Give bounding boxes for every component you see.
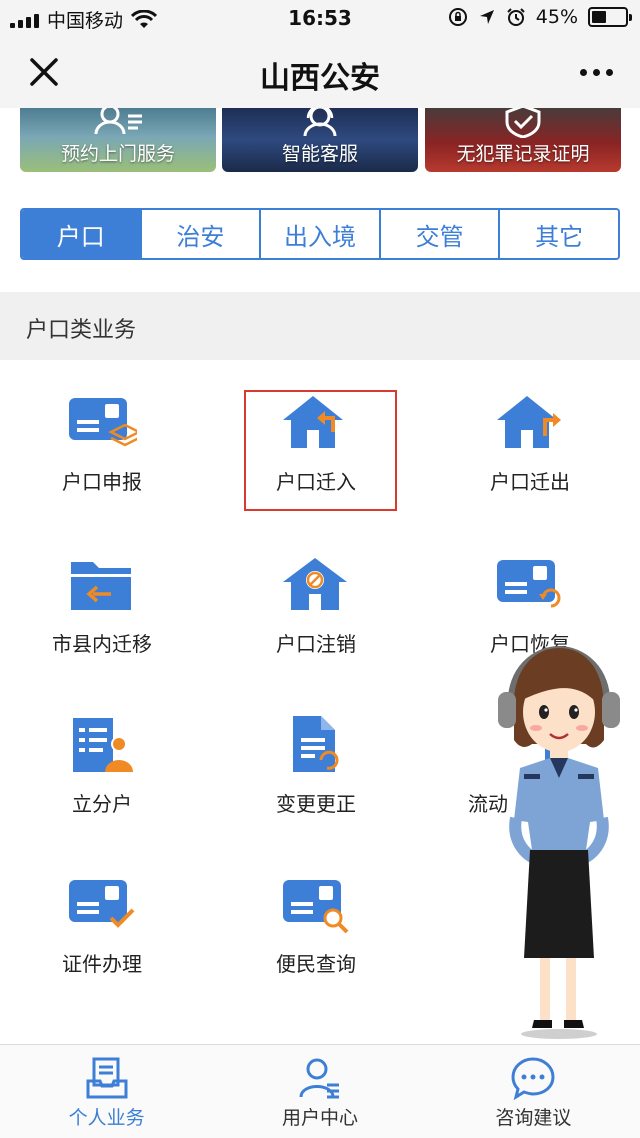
service-label: 户口申报 xyxy=(62,470,142,494)
folder-arrow-icon xyxy=(71,562,131,610)
close-icon xyxy=(30,58,58,86)
bottom-nav-user-center[interactable]: 用户中心 xyxy=(213,1045,426,1138)
bottom-nav-label: 用户中心 xyxy=(281,1107,358,1129)
service-item-public-query[interactable]: 便民查询 xyxy=(216,842,416,1002)
bottom-nav-label: 个人业务 xyxy=(68,1107,145,1129)
service-label: 证件办理 xyxy=(62,952,142,976)
status-bar: 中国移动 16:53 45% xyxy=(0,0,640,36)
user-center-icon xyxy=(299,1058,339,1099)
status-right: 45% xyxy=(448,6,632,28)
location-icon xyxy=(479,10,494,24)
house-cancel-icon xyxy=(283,558,347,610)
id-card-search-icon xyxy=(283,880,349,934)
service-label: 变更更正 xyxy=(276,792,356,816)
house-arrow-out-icon xyxy=(497,396,561,448)
bottom-nav-personal-business[interactable]: 个人业务 xyxy=(0,1045,213,1138)
people-icon xyxy=(94,108,142,135)
banner-label: 预约上门服务 xyxy=(60,143,175,165)
shield-check-icon xyxy=(505,108,541,138)
banner-row: 预约上门服务 智能客服 无犯罪记录证明 xyxy=(0,108,640,176)
tab-security[interactable]: 治安 xyxy=(139,210,260,258)
orientation-lock-icon xyxy=(448,8,467,26)
personal-business-icon xyxy=(86,1057,128,1099)
banner-home-service[interactable]: 预约上门服务 xyxy=(20,108,216,172)
id-card-stack-icon xyxy=(69,398,137,447)
section-title: 户口类业务 xyxy=(26,318,137,343)
close-button[interactable] xyxy=(22,50,66,94)
banner-smart-service[interactable]: 智能客服 xyxy=(222,108,418,172)
service-label: 市县内迁移 xyxy=(52,632,152,656)
battery-fill xyxy=(592,11,607,23)
service-item-hukou-cancel[interactable]: 户口注销 xyxy=(216,522,416,682)
service-label: 户口注销 xyxy=(276,632,356,656)
service-label: 户口迁出 xyxy=(490,470,570,494)
banner-label: 无犯罪记录证明 xyxy=(456,143,590,165)
service-label: 立分户 xyxy=(72,792,132,816)
tab-traffic[interactable]: 交管 xyxy=(378,210,499,258)
alarm-icon xyxy=(507,8,525,26)
nav-bar: 山西公安 xyxy=(0,36,640,108)
tab-exit-entry[interactable]: 出入境 xyxy=(259,210,379,258)
service-item-hukou-declare[interactable]: 户口申报 xyxy=(2,360,202,520)
app-screen: 中国移动 16:53 45% 山西公安 预约上门服务 智能客服 无犯罪记录证明 … xyxy=(0,0,640,1138)
service-item-certificate[interactable]: 证件办理 xyxy=(2,842,202,1002)
service-item-split-household[interactable]: 立分户 xyxy=(2,682,202,842)
service-item-hukou-move-in[interactable]: 户口迁入 xyxy=(216,360,416,520)
bottom-nav-consult[interactable]: 咨询建议 xyxy=(427,1045,640,1138)
police-mascot-illustration[interactable] xyxy=(494,640,624,1040)
category-tabs: 户口 治安 出入境 交管 其它 xyxy=(20,208,620,260)
banner-label: 智能客服 xyxy=(281,143,358,165)
bottom-nav: 个人业务 用户中心 咨询建议 xyxy=(0,1044,640,1138)
battery-percent: 45% xyxy=(535,6,578,28)
page-title: 山西公安 xyxy=(260,61,380,96)
bottom-nav-label: 咨询建议 xyxy=(495,1107,572,1129)
more-dot-icon xyxy=(579,68,587,76)
headset-agent-icon xyxy=(303,108,337,137)
service-item-county-move[interactable]: 市县内迁移 xyxy=(2,522,202,682)
more-button[interactable] xyxy=(572,56,620,88)
section-header: 户口类业务 xyxy=(0,292,640,360)
chat-bubble-icon xyxy=(511,1057,555,1101)
tab-other[interactable]: 其它 xyxy=(498,210,618,258)
battery-icon xyxy=(588,7,632,27)
id-card-restore-icon xyxy=(497,560,561,608)
document-edit-icon xyxy=(293,716,339,772)
service-label: 户口迁入 xyxy=(276,470,356,494)
document-user-icon xyxy=(73,718,133,772)
service-item-hukou-move-out[interactable]: 户口迁出 xyxy=(430,360,630,520)
house-arrow-in-icon xyxy=(283,396,343,448)
service-item-change-correct[interactable]: 变更更正 xyxy=(216,682,416,842)
tab-hukou[interactable]: 户口 xyxy=(22,210,140,258)
service-label: 便民查询 xyxy=(276,952,356,976)
banner-no-crime-cert[interactable]: 无犯罪记录证明 xyxy=(425,108,621,172)
id-card-check-icon xyxy=(69,880,135,928)
